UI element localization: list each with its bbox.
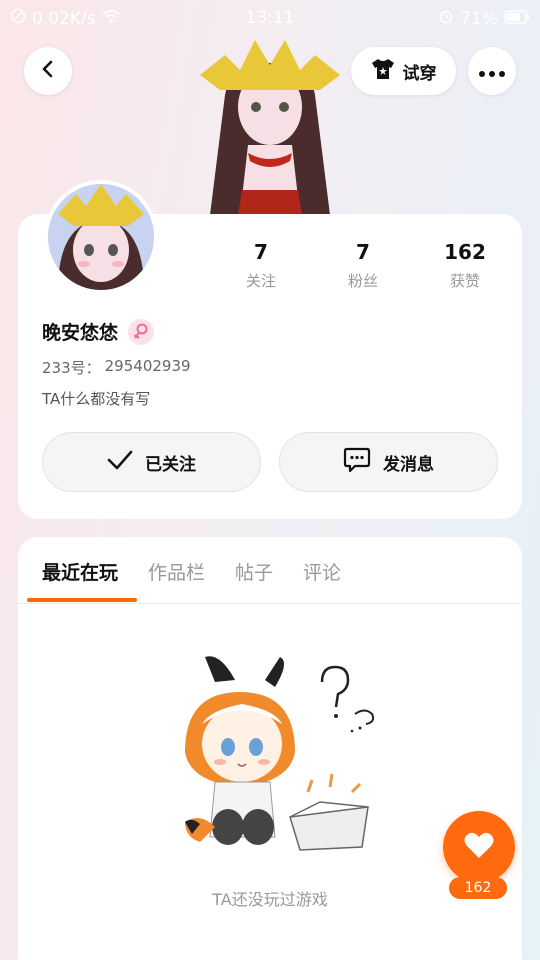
avatar[interactable] <box>44 180 158 294</box>
female-gender-icon <box>128 318 155 345</box>
more-button[interactable] <box>468 47 516 95</box>
check-icon <box>107 450 133 475</box>
like-button[interactable] <box>443 811 515 883</box>
stat-following-value: 7 <box>254 240 268 264</box>
back-arrow-icon <box>39 60 57 82</box>
heart-icon <box>464 832 494 863</box>
shirt-icon <box>371 58 395 85</box>
alarm-icon <box>438 8 454 29</box>
more-dots-icon <box>479 62 505 81</box>
user-id: 233号： 295402939 <box>42 357 191 378</box>
battery-percent: 71% <box>460 8 498 29</box>
stat-likes-value: 162 <box>444 240 486 264</box>
status-bar: 0.02K/s 13:11 71% <box>0 0 540 36</box>
tab-recently-played[interactable]: 最近在玩 <box>42 558 118 585</box>
stat-followers-label: 粉丝 <box>347 272 378 290</box>
tab-bar: 最近在玩 作品栏 帖子 评论 <box>42 558 341 585</box>
message-label: 发消息 <box>383 454 434 475</box>
back-button[interactable] <box>24 47 72 95</box>
stat-following-label: 关注 <box>245 272 276 290</box>
stat-likes-label: 获赞 <box>449 272 480 290</box>
try-on-button[interactable]: 试穿 <box>351 47 456 95</box>
user-id-label: 233号： <box>42 359 101 377</box>
nickname: 晚安恷恷 <box>42 322 119 344</box>
message-button[interactable]: 发消息 <box>279 432 498 492</box>
bio: TA什么都没有写 <box>42 390 151 408</box>
avatar-3d-model <box>170 35 370 215</box>
try-on-label: 试穿 <box>402 63 437 84</box>
empty-state-illustration <box>180 652 380 852</box>
like-count: 162 <box>449 877 507 899</box>
follow-button[interactable]: 已关注 <box>42 432 261 492</box>
battery-icon <box>504 9 530 29</box>
nickname-row: 晚安恷恷 <box>42 318 155 345</box>
stat-likes[interactable]: 162 获赞 <box>425 240 505 291</box>
tab-comments[interactable]: 评论 <box>303 558 341 585</box>
stat-following[interactable]: 7 关注 <box>221 240 301 291</box>
tab-works[interactable]: 作品栏 <box>148 558 205 585</box>
chat-bubble-icon <box>343 447 371 478</box>
stat-followers-value: 7 <box>356 240 370 264</box>
follow-label: 已关注 <box>145 454 196 475</box>
user-id-value: 295402939 <box>104 357 191 375</box>
stat-followers[interactable]: 7 粉丝 <box>323 240 403 291</box>
active-tab-indicator <box>27 598 137 602</box>
tab-divider <box>18 603 522 604</box>
tab-posts[interactable]: 帖子 <box>235 558 273 585</box>
